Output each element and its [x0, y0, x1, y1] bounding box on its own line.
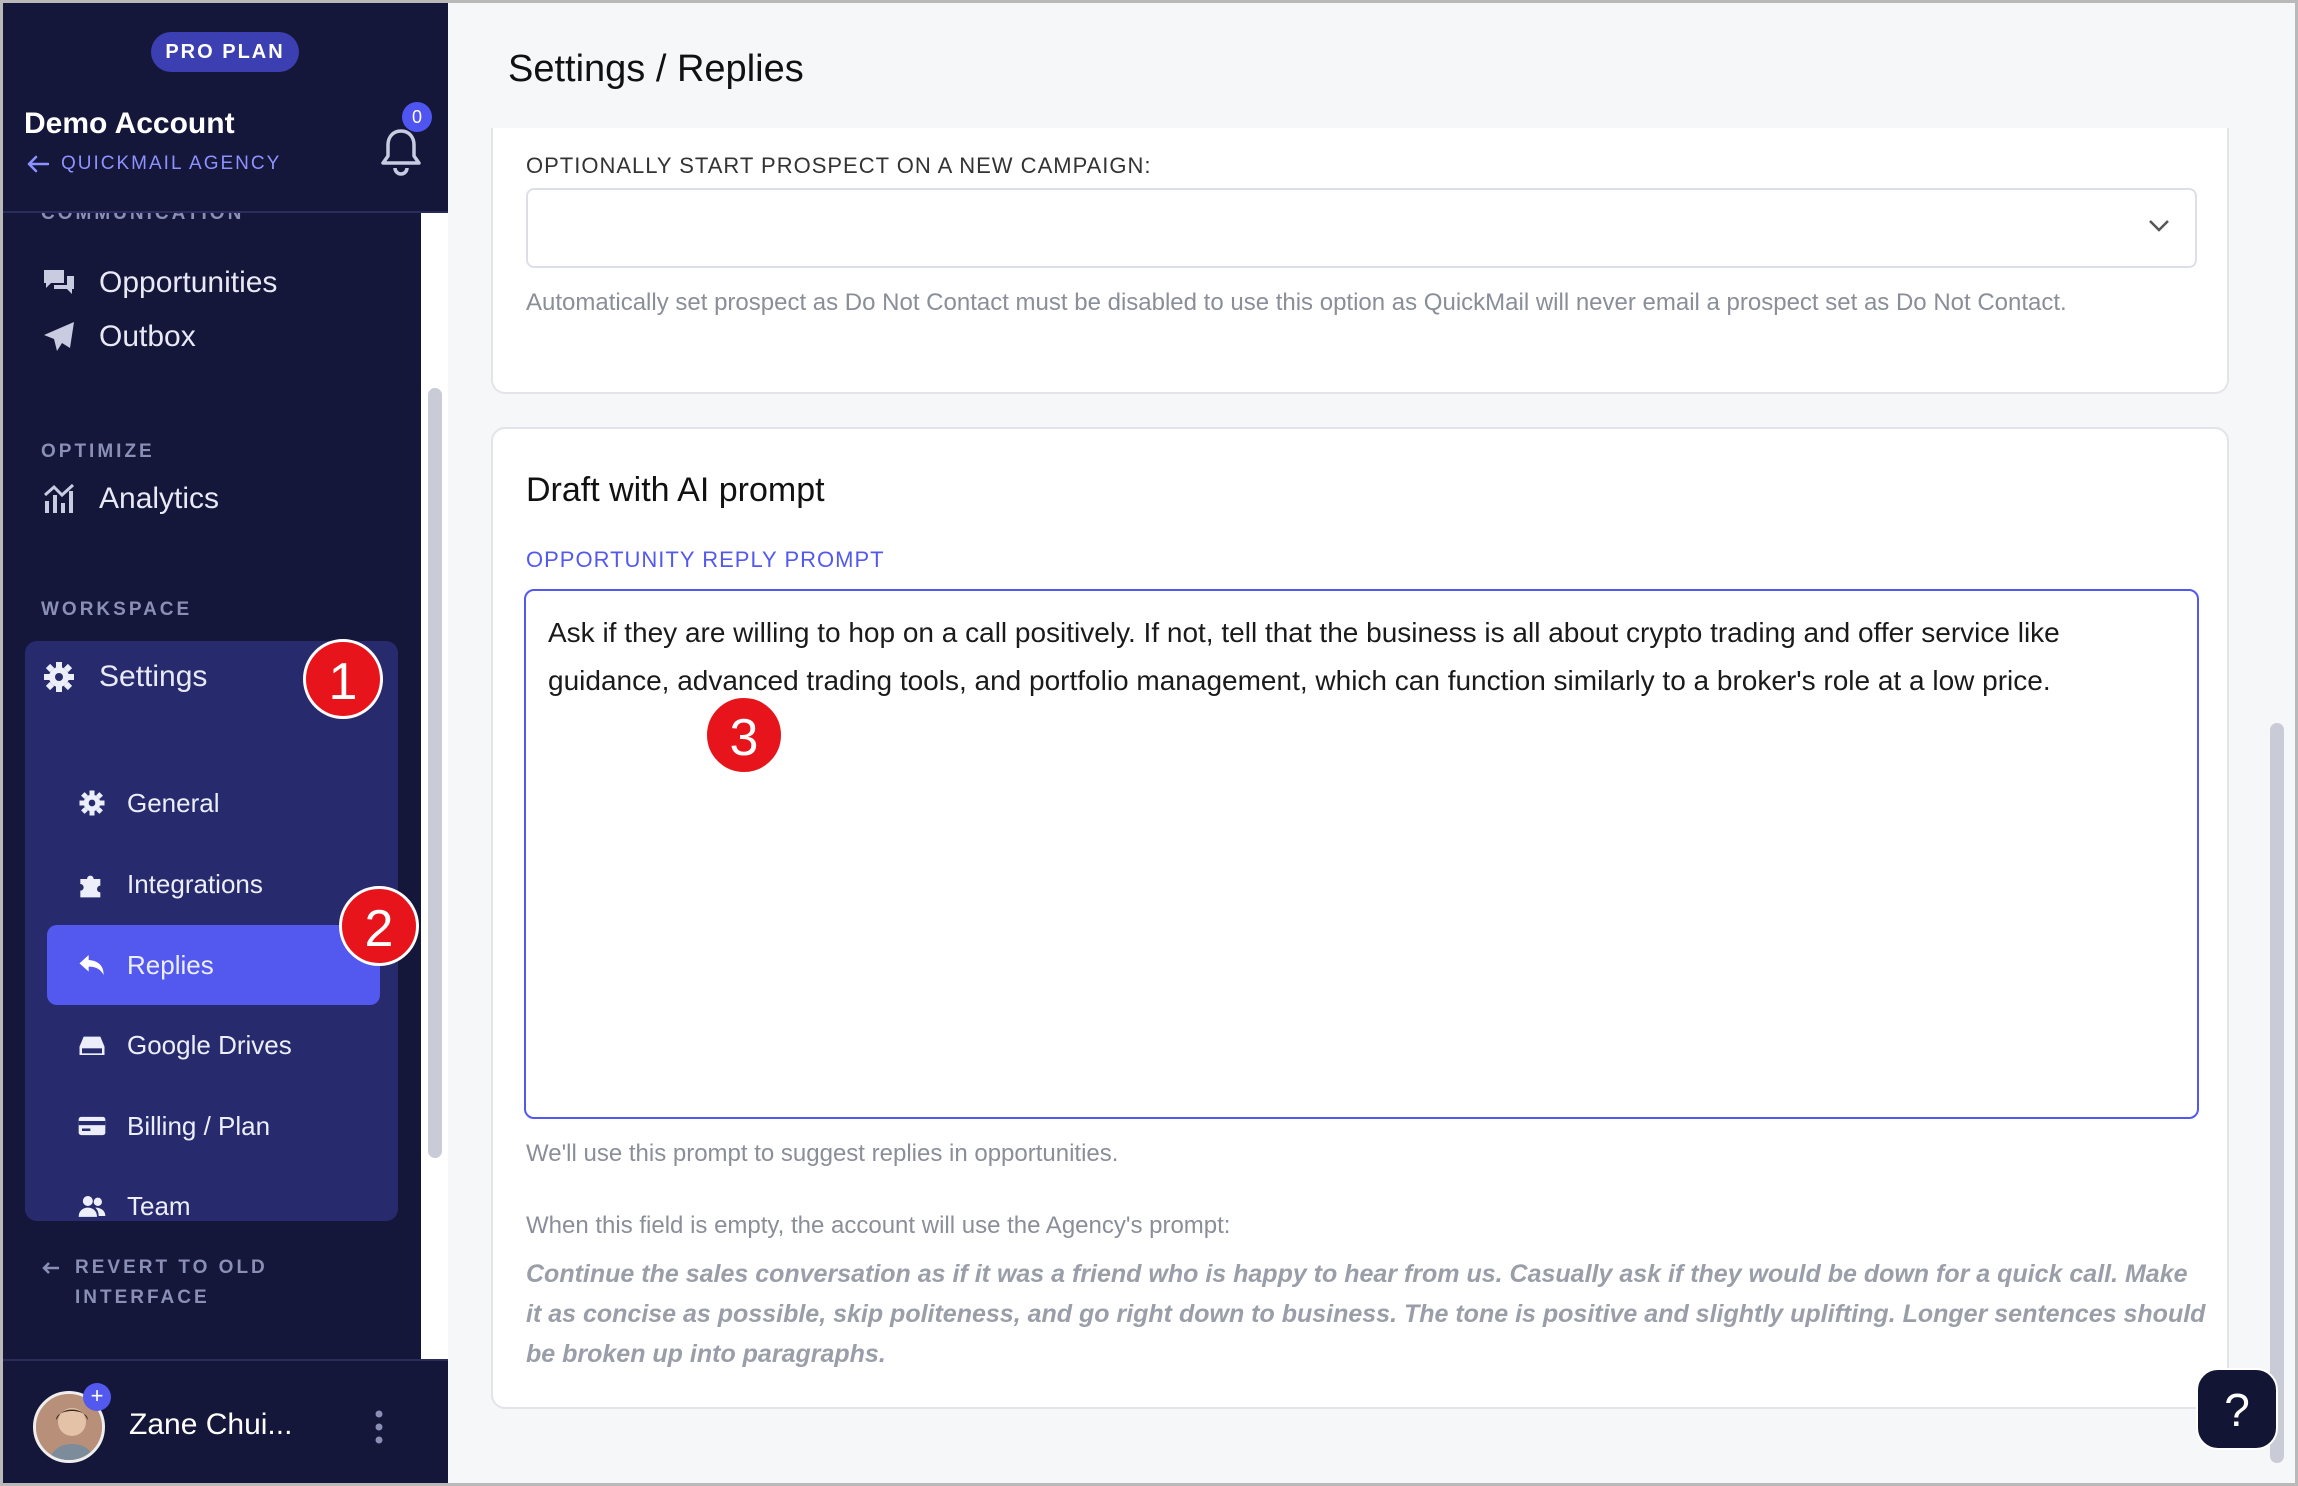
main-scrollbar[interactable]: [2270, 723, 2284, 1463]
nav-label: Settings: [99, 660, 208, 693]
empty-field-hint: When this field is empty, the account wi…: [526, 1212, 1231, 1239]
plan-badge: PRO PLAN: [151, 32, 299, 72]
arrow-left-icon: [42, 1262, 59, 1274]
arrow-left-icon: [27, 155, 49, 173]
help-button[interactable]: ?: [2196, 1368, 2278, 1450]
campaign-card: OPTIONALLY START PROSPECT ON A NEW CAMPA…: [491, 128, 2229, 394]
annotation-badge-2: 2: [339, 886, 419, 966]
sub-label: Google Drives: [127, 1029, 292, 1060]
user-name[interactable]: Zane Chui...: [129, 1408, 292, 1442]
prompt-textarea[interactable]: Ask if they are willing to hop on a call…: [524, 589, 2199, 1119]
sub-label: General: [127, 787, 220, 818]
account-name[interactable]: Demo Account: [24, 107, 235, 141]
nav-billing[interactable]: Billing / Plan: [25, 1086, 380, 1166]
revert-line-2: INTERFACE: [75, 1287, 210, 1308]
sidebar-nav: COMMUNICATION Opportunities Outbox OPTIM…: [3, 213, 448, 1359]
ai-prompt-card: Draft with AI prompt OPPORTUNITY REPLY P…: [491, 427, 2229, 1409]
nav-outbox[interactable]: Outbox: [41, 319, 196, 355]
section-label-workspace: WORKSPACE: [41, 599, 193, 620]
chat-bubbles-icon: [44, 270, 74, 294]
agency-default-prompt: Continue the sales conversation as if it…: [526, 1260, 2206, 1368]
annotation-badge-3: 3: [704, 695, 784, 775]
add-account-icon[interactable]: +: [83, 1383, 111, 1411]
campaign-select[interactable]: [526, 188, 2197, 268]
prompt-field-label: OPPORTUNITY REPLY PROMPT: [526, 547, 885, 572]
notification-count: 0: [402, 102, 432, 132]
nav-label: Analytics: [99, 482, 220, 515]
revert-line-1: REVERT TO OLD: [75, 1257, 268, 1278]
chevron-down-icon: [2149, 220, 2169, 232]
sub-label: Team: [127, 1190, 191, 1221]
users-icon: [78, 1196, 106, 1217]
nav-general[interactable]: General: [25, 763, 380, 843]
puzzle-piece-icon: [80, 875, 101, 898]
user-footer: + Zane Chui...: [3, 1359, 448, 1483]
gear-icon: [44, 662, 74, 692]
sidebar: PRO PLAN Demo Account QUICKMAIL AGENCY 0…: [3, 3, 448, 1483]
nav-google-drives[interactable]: Google Drives: [25, 1005, 380, 1085]
campaign-hint: Automatically set prospect as Do Not Con…: [526, 289, 2067, 316]
analytics-chart-icon: [44, 483, 75, 513]
reply-arrow-icon: [79, 955, 104, 975]
campaign-field-label: OPTIONALLY START PROSPECT ON A NEW CAMPA…: [526, 153, 1152, 178]
agency-name: QUICKMAIL AGENCY: [61, 153, 282, 174]
app-window: PRO PLAN Demo Account QUICKMAIL AGENCY 0…: [3, 3, 2295, 1483]
section-label-optimize: OPTIMIZE: [41, 441, 155, 462]
nav-team[interactable]: Team: [25, 1166, 380, 1246]
bell-icon[interactable]: [379, 127, 423, 177]
annotation-badge-1: 1: [303, 639, 383, 719]
gear-icon: [79, 790, 105, 816]
ai-card-title: Draft with AI prompt: [526, 471, 825, 509]
agency-link[interactable]: QUICKMAIL AGENCY: [27, 153, 281, 175]
nav-integrations[interactable]: Integrations: [25, 844, 380, 924]
more-options-icon[interactable]: [371, 1409, 387, 1445]
sub-label: Replies: [127, 949, 214, 980]
section-label-communication: COMMUNICATION: [41, 213, 245, 224]
nav-label: Opportunities: [99, 266, 278, 299]
paper-plane-icon: [44, 322, 74, 351]
sub-label: Integrations: [127, 868, 263, 899]
page-title: Settings / Replies: [508, 48, 804, 90]
nav-label: Outbox: [99, 320, 196, 353]
nav-replies[interactable]: Replies: [47, 925, 380, 1005]
revert-interface-link[interactable]: REVERT TO OLD INTERFACE: [41, 1253, 268, 1313]
sidebar-header: PRO PLAN Demo Account QUICKMAIL AGENCY 0: [3, 3, 448, 213]
nav-opportunities[interactable]: Opportunities: [41, 265, 277, 301]
nav-settings[interactable]: Settings: [41, 659, 207, 695]
hard-drive-icon: [79, 1036, 105, 1055]
prompt-hint: We'll use this prompt to suggest replies…: [526, 1140, 1119, 1167]
nav-analytics[interactable]: Analytics: [41, 481, 219, 517]
sub-label: Billing / Plan: [127, 1110, 271, 1141]
credit-card-icon: [78, 1116, 106, 1136]
